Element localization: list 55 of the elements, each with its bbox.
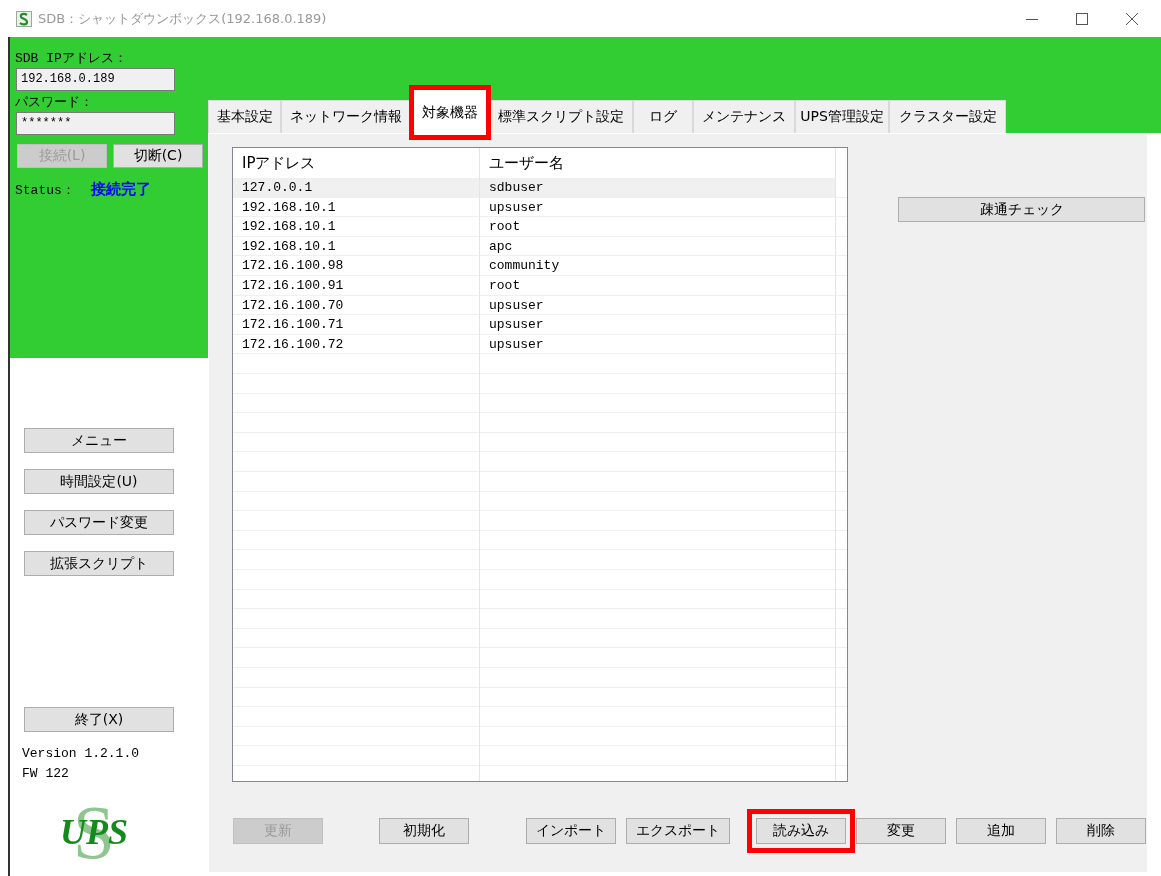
table-row[interactable]: 172.16.100.72 upsuser [233,334,836,355]
table-row[interactable]: 192.168.10.1 upsuser [233,197,836,218]
status-label: Status： [15,183,75,199]
action-button[interactable]: 削除 [1056,818,1146,844]
table-cell: 172.16.100.91 [233,275,480,296]
table-row[interactable]: 192.168.10.1 apc [233,236,836,257]
table-cell: community [480,256,836,276]
ip-address-field[interactable]: 192.168.0.189 [16,68,175,91]
tab[interactable]: ネットワーク情報 [281,100,411,133]
table-cell: 172.16.100.98 [233,256,480,276]
table-cell: upsuser [480,334,836,355]
tab[interactable]: クラスター設定 [889,100,1006,133]
password-field[interactable]: ******* [16,112,175,135]
table-row[interactable]: 172.16.100.91 root [233,275,836,296]
action-button[interactable]: 追加 [956,818,1046,844]
connectivity-check-button[interactable]: 疎通チェック [898,197,1145,222]
tab[interactable]: ログ [633,100,693,133]
action-button[interactable]: 変更 [856,818,946,844]
table-cell: 192.168.10.1 [233,217,480,237]
exit-button[interactable]: 終了(X) [24,707,174,732]
menu-button[interactable]: 拡張スクリプト [24,551,174,576]
table-cell: root [480,217,836,237]
status-value: 接続完了 [90,180,151,199]
close-icon[interactable] [1125,11,1139,26]
menu-button[interactable]: パスワード変更 [24,510,174,535]
menu-button[interactable]: メニュー [24,428,174,453]
table-row[interactable]: 127.0.0.1 sdbuser [233,178,836,198]
table-cell: 172.16.100.71 [233,315,480,335]
tab[interactable]: UPS管理設定 [795,100,889,133]
table-cell: 127.0.0.1 [233,178,480,198]
version-text: Version 1.2.1.0 [22,745,141,763]
table-row[interactable]: 172.16.100.71 upsuser [233,315,836,335]
field-label: SDB IPアドレス： [15,51,128,67]
table-row[interactable]: 172.16.100.98 community [233,256,836,276]
tab[interactable]: 対象機器 [409,85,491,140]
tab[interactable]: メンテナンス [693,100,795,133]
maximize-icon[interactable] [1075,11,1089,26]
window-title: SDB：シャットダウンボックス(192.168.0.189) [38,9,328,28]
field-label: パスワード： [15,95,94,111]
action-button[interactable]: インポート [526,818,616,844]
disconnect-button[interactable]: 切断(C) [113,144,203,168]
table-cell: root [480,275,836,296]
table-cell: upsuser [480,315,836,335]
table-cell: 172.16.100.72 [233,334,480,355]
action-button[interactable]: エクスポート [626,818,730,844]
app-icon [16,10,32,27]
action-button[interactable]: 読み込み [756,818,846,844]
table-cell: sdbuser [480,178,836,198]
table-row[interactable]: 172.16.100.70 upsuser [233,295,836,316]
menu-button[interactable]: 時間設定(U) [24,469,174,494]
tab[interactable]: 標準スクリプト設定 [489,100,633,133]
action-button[interactable]: 初期化 [379,818,469,844]
tab[interactable]: 基本設定 [208,100,281,133]
firmware-text: FW 122 [22,765,70,783]
table-row[interactable]: 192.168.10.1 root [233,217,836,237]
